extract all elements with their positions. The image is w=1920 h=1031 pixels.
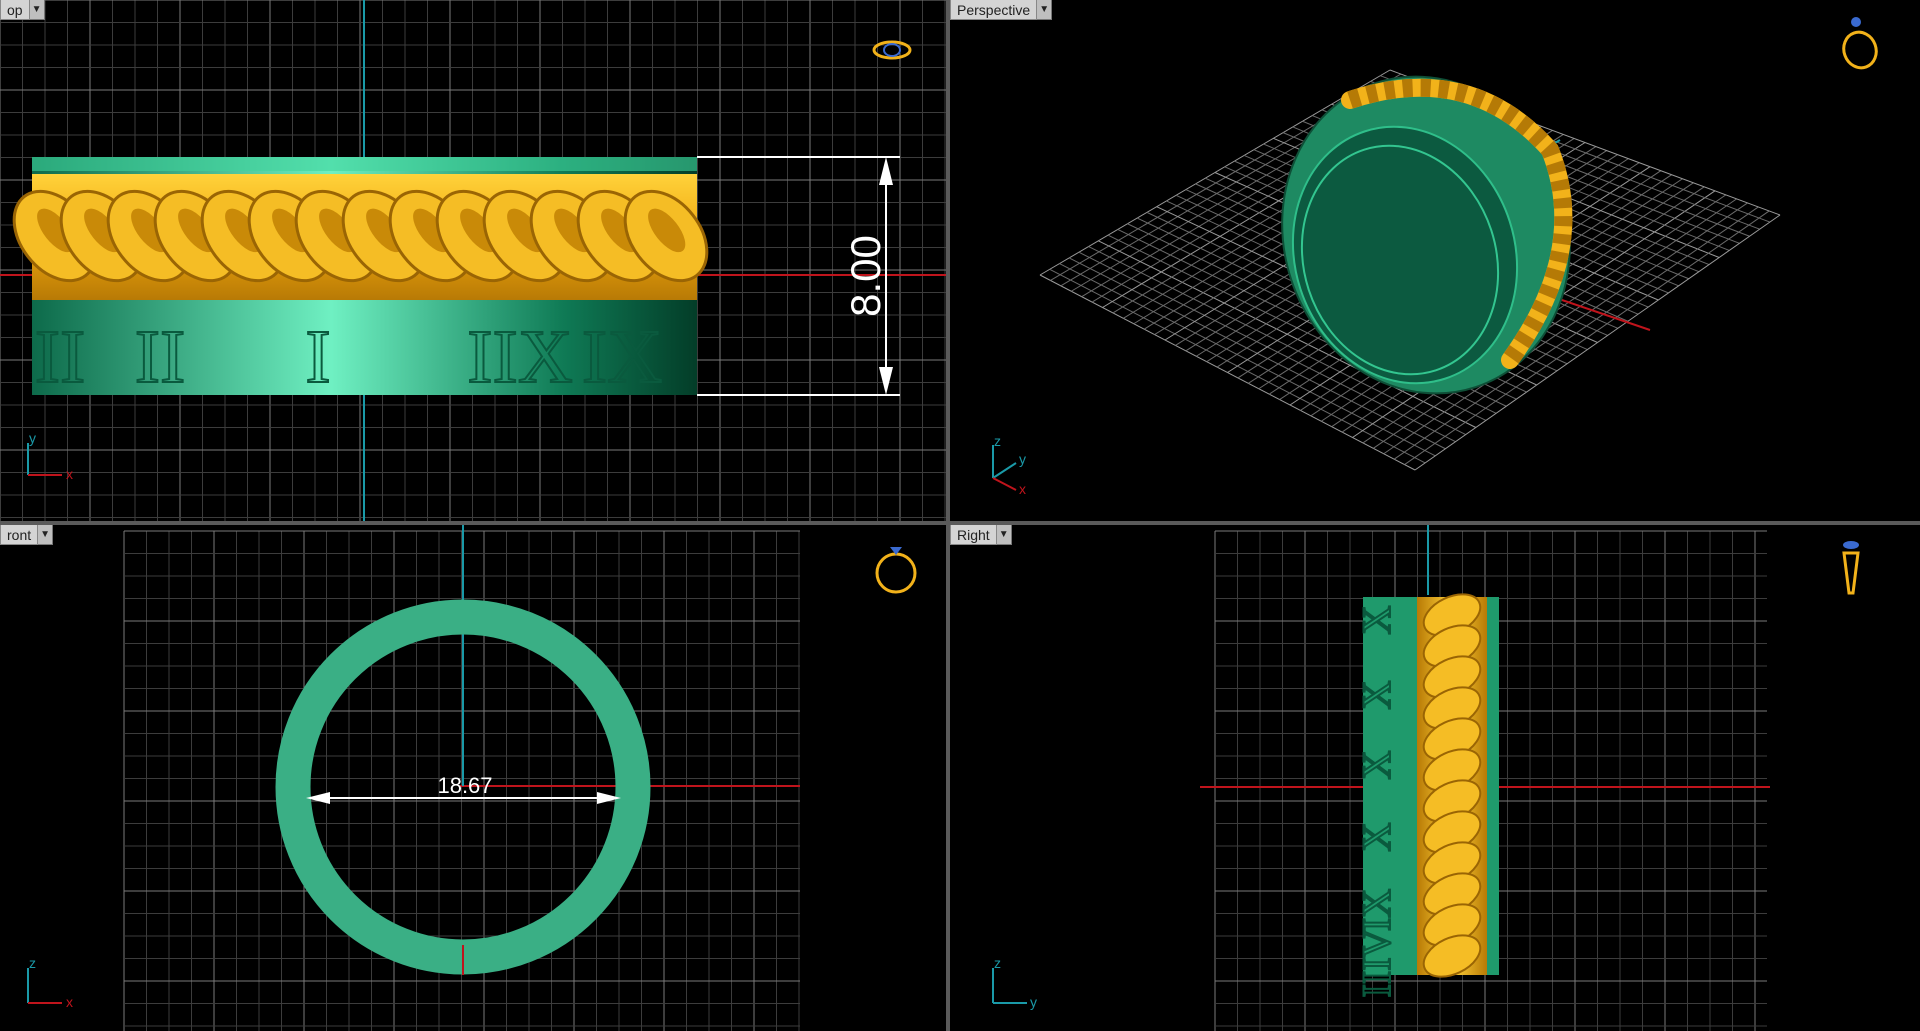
- axis-label-y: y: [29, 430, 36, 446]
- dimension-label: 8.00: [842, 235, 889, 317]
- viewport-divider-horizontal[interactable]: [0, 521, 1920, 525]
- axis-label-z: z: [994, 433, 1001, 449]
- axis-label-y: y: [1019, 451, 1026, 467]
- ring-view-icon[interactable]: [872, 539, 920, 595]
- viewport-title[interactable]: Perspective: [950, 0, 1038, 20]
- viewport-title-tab[interactable]: Right ▼: [950, 525, 1012, 545]
- chevron-down-icon[interactable]: ▼: [1037, 0, 1053, 20]
- axis-gizmo: z y x: [992, 433, 1026, 497]
- roman-numeral: IIIV: [1354, 928, 1399, 997]
- chain-links: [1422, 593, 1482, 978]
- viewport-title[interactable]: op: [0, 0, 30, 20]
- roman-numeral: IIX: [467, 315, 573, 399]
- viewport-divider-vertical[interactable]: [946, 0, 950, 1031]
- chevron-down-icon[interactable]: ▼: [29, 0, 45, 20]
- viewport-title-tab[interactable]: op ▼: [0, 0, 45, 20]
- viewport-title-tab[interactable]: Perspective ▼: [950, 0, 1053, 20]
- top-viewport[interactable]: II II I IIX IX 8.00 y x op ▼: [0, 0, 946, 521]
- top-view-canvas[interactable]: II II I IIX IX 8.00 y x: [0, 0, 946, 521]
- roman-numeral: II: [35, 315, 86, 399]
- roman-numeral: X: [1354, 750, 1399, 779]
- roman-numeral: IX: [582, 315, 662, 399]
- front-view-canvas[interactable]: 18.67 z x: [0, 525, 946, 1031]
- viewport-title-tab[interactable]: ront ▼: [0, 525, 54, 545]
- axis-label-x: x: [66, 994, 73, 1010]
- roman-numeral: X: [1354, 822, 1399, 851]
- roman-numeral: X: [1354, 680, 1399, 709]
- axis-label-x: x: [1019, 481, 1026, 497]
- ring-top-model[interactable]: II II I IIX IX: [0, 157, 724, 400]
- viewport-title[interactable]: ront: [0, 525, 39, 545]
- ring-view-icon[interactable]: [1838, 14, 1884, 72]
- perspective-viewport[interactable]: z y x Perspective ▼: [950, 0, 1920, 521]
- roman-numeral: X: [1354, 605, 1399, 634]
- roman-numeral: I: [305, 315, 330, 399]
- axis-gizmo: z y: [992, 955, 1037, 1010]
- perspective-view-canvas[interactable]: z y x: [950, 0, 1920, 521]
- right-view-canvas[interactable]: X X X X IXIIIV z y: [950, 525, 1920, 1031]
- axis-label-y: y: [1030, 994, 1037, 1010]
- viewport-title[interactable]: Right: [950, 525, 997, 545]
- dimension-label: 18.67: [437, 773, 492, 798]
- axis-label-z: z: [29, 955, 36, 971]
- right-viewport[interactable]: X X X X IX IIIV z y Right ▼: [950, 525, 1920, 1031]
- ring-right-model[interactable]: X X X X IXIIIV: [1353, 586, 1499, 998]
- ring-view-icon[interactable]: [1836, 537, 1866, 597]
- ring-rim: [32, 157, 697, 171]
- roman-numeral: IX: [1354, 889, 1399, 931]
- ring-view-icon[interactable]: [872, 30, 912, 70]
- front-viewport[interactable]: 18.67 z x ront ▼: [0, 525, 946, 1031]
- axis-label-x: x: [66, 466, 73, 482]
- axis-gizmo: y x: [27, 430, 73, 482]
- chevron-down-icon[interactable]: ▼: [996, 525, 1012, 545]
- roman-numeral: II: [135, 315, 186, 399]
- axis-label-z: z: [994, 955, 1001, 971]
- chevron-down-icon[interactable]: ▼: [38, 525, 54, 545]
- axis-gizmo: z x: [27, 955, 73, 1010]
